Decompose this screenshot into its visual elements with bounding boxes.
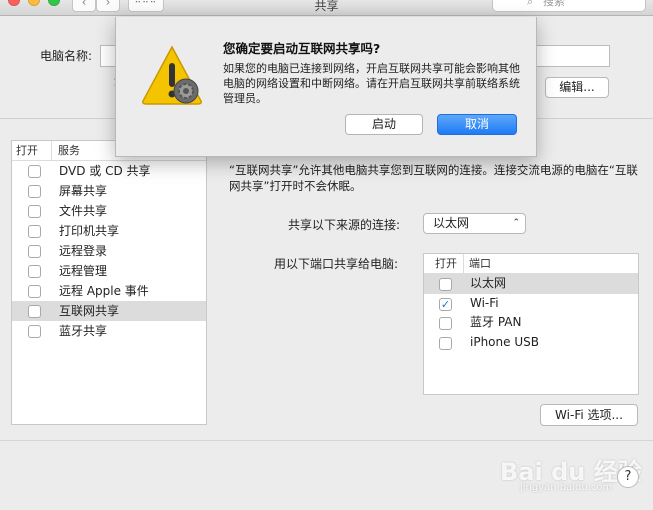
service-checkbox[interactable] <box>28 285 41 298</box>
internet-sharing-description: “互联网共享”允许其他电脑共享您到互联网的连接。连接交流电源的电脑在“互联网共享… <box>229 163 638 193</box>
share-from-label: 共享以下来源的连接: <box>288 218 401 232</box>
help-button[interactable]: ? <box>617 466 639 488</box>
bottom-divider <box>0 440 653 441</box>
port-row-ethernet[interactable]: 以太网 <box>424 274 638 294</box>
port-label: 以太网 <box>470 276 507 290</box>
search-icon: ⌕ <box>527 0 534 8</box>
search-placeholder: 搜索 <box>543 0 565 8</box>
confirm-alert-sheet: 您确定要启动互联网共享吗? 如果您的电脑已连接到网络，开启互联网共享可能会影响其… <box>115 17 537 157</box>
computer-name-label: 电脑名称: <box>40 49 93 63</box>
port-row-wifi[interactable]: ✓ Wi-Fi <box>424 294 638 314</box>
port-label: 蓝牙 PAN <box>470 315 522 329</box>
service-row-bluetooth[interactable]: 蓝牙共享 <box>12 321 206 341</box>
wifi-options-button[interactable]: Wi-Fi 选项... <box>540 404 638 426</box>
port-checkbox[interactable] <box>439 336 452 350</box>
service-label: DVD 或 CD 共享 <box>59 164 151 178</box>
service-label: 远程管理 <box>59 264 108 278</box>
share-from-value: 以太网 <box>433 216 470 230</box>
service-checkbox[interactable] <box>28 325 41 338</box>
computer-name-field-end[interactable] <box>534 45 610 67</box>
port-row-bluetooth-pan[interactable]: 蓝牙 PAN <box>424 313 638 333</box>
service-label: 远程登录 <box>59 244 108 258</box>
start-button[interactable]: 启动 <box>345 114 423 135</box>
ports-list: 打开 端口 以太网 ✓ Wi-Fi 蓝牙 PAN iPhone USB <box>423 253 639 395</box>
services-list: 打开 服务 DVD 或 CD 共享 屏幕共享 文件共享 打印机共享 远程登录 远… <box>11 140 207 425</box>
port-checkbox-checked[interactable]: ✓ <box>439 297 452 311</box>
alert-body: 如果您的电脑已连接到网络，开启互联网共享可能会影响其他电脑的网络设置和中断网络。… <box>223 62 520 105</box>
watermark-url: jingyan.baidu.com <box>520 482 613 493</box>
service-row-dvd[interactable]: DVD 或 CD 共享 <box>12 161 206 181</box>
column-header-service[interactable]: 服务 <box>52 141 80 160</box>
service-label: 打印机共享 <box>59 224 120 238</box>
service-checkbox[interactable] <box>28 225 41 238</box>
port-row-iphone-usb[interactable]: iPhone USB <box>424 333 638 353</box>
warning-icon <box>142 45 202 105</box>
share-to-label: 用以下端口共享给电脑: <box>274 257 399 271</box>
service-checkbox[interactable] <box>28 205 41 218</box>
share-from-select[interactable]: 以太网 ⌃ <box>423 213 526 234</box>
port-label: iPhone USB <box>470 334 539 349</box>
service-row-file[interactable]: 文件共享 <box>12 201 206 221</box>
service-checkbox[interactable] <box>28 305 41 318</box>
service-label: 蓝牙共享 <box>59 324 108 338</box>
search-input[interactable]: ⌕ 搜索 <box>492 0 646 12</box>
service-checkbox[interactable] <box>28 245 41 258</box>
column-header-port[interactable]: 端口 <box>464 254 491 273</box>
service-label: 屏幕共享 <box>59 184 108 198</box>
column-header-on[interactable]: 打开 <box>424 254 464 273</box>
port-checkbox[interactable] <box>439 317 452 330</box>
service-label: 互联网共享 <box>59 304 120 318</box>
window-titlebar: ‹ › ⠿⠿⠿ 共享 ⌕ 搜索 <box>0 0 653 16</box>
service-row-printer[interactable]: 打印机共享 <box>12 221 206 241</box>
port-checkbox[interactable] <box>439 278 452 291</box>
service-checkbox[interactable] <box>28 265 41 278</box>
column-header-on[interactable]: 打开 <box>12 141 52 160</box>
service-label: 远程 Apple 事件 <box>59 284 149 298</box>
service-row-internet-sharing[interactable]: 互联网共享 <box>12 301 206 321</box>
ports-list-header: 打开 端口 <box>424 254 638 274</box>
edit-button[interactable]: 编辑... <box>545 77 609 98</box>
service-row-apple-events[interactable]: 远程 Apple 事件 <box>12 281 206 301</box>
service-row-screen[interactable]: 屏幕共享 <box>12 181 206 201</box>
alert-title: 您确定要启动互联网共享吗? <box>223 41 381 56</box>
service-label: 文件共享 <box>59 204 108 218</box>
updown-chevron-icon: ⌃ <box>512 218 520 228</box>
cancel-button[interactable]: 取消 <box>437 114 517 135</box>
service-checkbox[interactable] <box>28 165 41 178</box>
port-label: Wi-Fi <box>470 295 499 310</box>
service-row-remote-login[interactable]: 远程登录 <box>12 241 206 261</box>
service-row-remote-management[interactable]: 远程管理 <box>12 261 206 281</box>
service-checkbox[interactable] <box>28 185 41 198</box>
